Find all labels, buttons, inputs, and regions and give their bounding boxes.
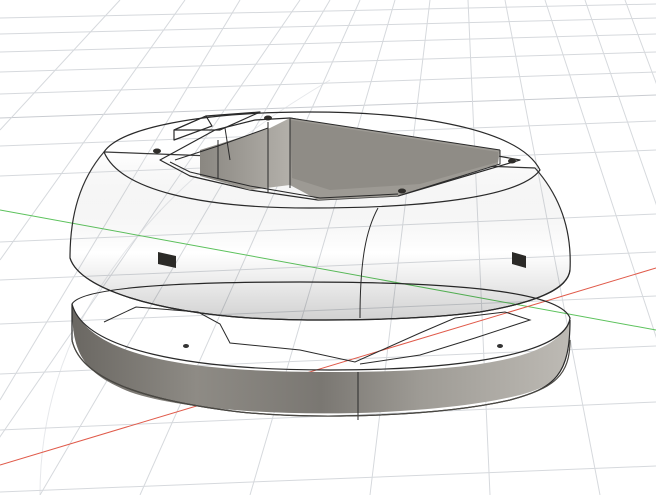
screw-hole xyxy=(153,148,161,154)
3d-viewport[interactable] xyxy=(0,0,656,495)
upper-dome-shell[interactable] xyxy=(69,111,571,321)
screw-hole xyxy=(497,344,503,348)
screw-hole xyxy=(508,158,516,164)
screw-hole xyxy=(398,188,406,194)
screw-hole xyxy=(183,344,189,348)
screw-hole xyxy=(264,115,272,121)
model-canvas[interactable] xyxy=(0,0,656,495)
